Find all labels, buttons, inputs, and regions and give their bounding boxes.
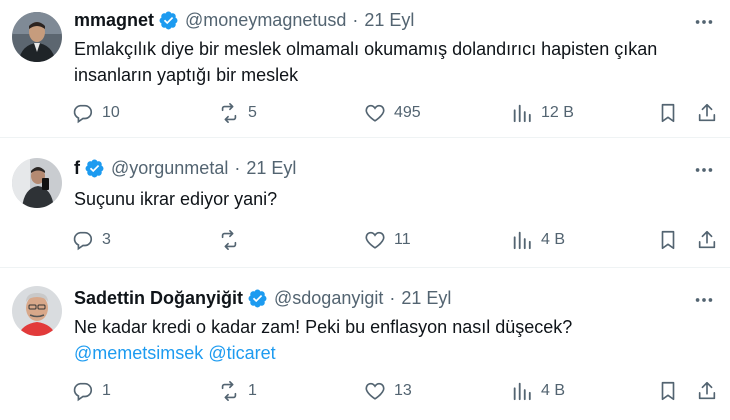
views-button[interactable]: 12 B [511, 102, 574, 124]
verified-badge-icon [159, 11, 178, 30]
tweet-1[interactable]: mmagnet @moneymagnetusd · 21 Eyl Emlakçı… [0, 0, 730, 138]
reply-button[interactable]: 1 [72, 380, 111, 402]
like-button[interactable]: 495 [364, 102, 421, 124]
retweet-button[interactable]: 1 [218, 380, 257, 402]
tweet-text-line: Suçunu ikrar ediyor yani? [74, 189, 278, 209]
tweet-text: Emlakçılık diye bir meslek olmamalı okum… [74, 36, 704, 88]
retweet-count: 1 [248, 382, 257, 399]
more-icon[interactable] [692, 10, 716, 34]
reply-count: 10 [102, 104, 120, 121]
tweet-3[interactable]: Sadettin Doğanyiğit @sdoganyigit · 21 Ey… [0, 268, 730, 420]
tweet-2[interactable]: f @yorgunmetal · 21 Eyl Suçunu ikrar edi… [0, 138, 730, 268]
author-name[interactable]: f [74, 158, 80, 179]
views-icon [513, 104, 531, 123]
reply-count: 1 [102, 382, 111, 399]
retweet-icon [221, 230, 237, 250]
bookmark-button[interactable] [657, 380, 679, 402]
reply-icon [73, 382, 93, 402]
tweet-header: f @yorgunmetal · 21 Eyl [74, 158, 296, 179]
reply-icon [73, 104, 93, 124]
separator-dot: · [234, 158, 241, 178]
reply-count: 3 [102, 231, 111, 248]
tweet-text: Ne kadar kredi o kadar zam! Peki bu enfl… [74, 314, 704, 366]
like-icon [365, 382, 385, 400]
retweet-icon [221, 381, 237, 401]
more-icon[interactable] [692, 288, 716, 312]
retweet-button[interactable]: 5 [218, 102, 257, 124]
avatar[interactable] [12, 12, 62, 62]
verified-badge-icon [248, 289, 267, 308]
share-button[interactable] [696, 229, 718, 251]
bookmark-icon [661, 230, 675, 250]
action-bar: 10 5 495 12 B [0, 102, 730, 130]
tweet-header: mmagnet @moneymagnetusd · 21 Eyl [74, 10, 414, 31]
more-icon[interactable] [692, 158, 716, 182]
timestamp[interactable]: 21 Eyl [401, 288, 451, 309]
tweet-text-line: insanların yaptığı bir meslek [74, 65, 299, 85]
author-handle[interactable]: @sdoganyigit [274, 288, 383, 309]
retweet-count: 5 [248, 104, 257, 121]
tweet-text-line: Emlakçılık diye bir meslek olmamalı okum… [74, 39, 658, 59]
views-count: 4 B [541, 231, 566, 248]
reply-button[interactable]: 3 [72, 229, 111, 251]
like-count: 495 [394, 104, 421, 121]
author-handle[interactable]: @moneymagnetusd [185, 10, 346, 31]
share-icon [698, 103, 716, 122]
views-button[interactable]: 4 B [511, 229, 565, 251]
avatar[interactable] [12, 286, 62, 336]
verified-badge-icon [85, 159, 104, 178]
bookmark-icon [661, 103, 675, 123]
like-count: 13 [394, 382, 412, 399]
like-button[interactable]: 13 [364, 380, 412, 402]
author-name[interactable]: Sadettin Doğanyiğit [74, 288, 243, 309]
reply-icon [73, 231, 93, 251]
share-icon [698, 230, 716, 249]
bookmark-button[interactable] [657, 229, 679, 251]
views-icon [513, 382, 531, 401]
timestamp[interactable]: 21 Eyl [364, 10, 414, 31]
like-icon [365, 104, 385, 122]
views-count: 4 B [541, 382, 566, 399]
share-button[interactable] [696, 102, 718, 124]
mention-link[interactable]: @memetsimsek [74, 343, 203, 363]
share-icon [698, 381, 716, 400]
retweet-button[interactable] [218, 229, 248, 251]
author-handle[interactable]: @yorgunmetal [111, 158, 228, 179]
views-count: 12 B [541, 104, 574, 121]
tweet-mentions: @memetsimsek @ticaret [74, 340, 704, 366]
avatar[interactable] [12, 158, 62, 208]
tweet-text-line: Ne kadar kredi o kadar zam! Peki bu enfl… [74, 317, 573, 337]
retweet-icon [221, 103, 237, 123]
author-name[interactable]: mmagnet [74, 10, 154, 31]
bookmark-icon [661, 381, 675, 401]
tweet-header: Sadettin Doğanyiğit @sdoganyigit · 21 Ey… [74, 288, 451, 309]
separator-dot: · [352, 10, 359, 30]
views-icon [513, 231, 531, 250]
views-button[interactable]: 4 B [511, 380, 565, 402]
tweet-text: Suçunu ikrar ediyor yani? [74, 186, 704, 212]
separator-dot: · [389, 288, 396, 308]
like-button[interactable]: 11 [364, 229, 411, 251]
action-bar: 1 1 13 4 B [0, 380, 730, 408]
like-count: 11 [394, 231, 411, 248]
reply-button[interactable]: 10 [72, 102, 120, 124]
mention-link[interactable]: @ticaret [208, 343, 275, 363]
action-bar: 3 11 4 B [0, 229, 730, 257]
timestamp[interactable]: 21 Eyl [246, 158, 296, 179]
share-button[interactable] [696, 380, 718, 402]
bookmark-button[interactable] [657, 102, 679, 124]
like-icon [365, 231, 385, 249]
